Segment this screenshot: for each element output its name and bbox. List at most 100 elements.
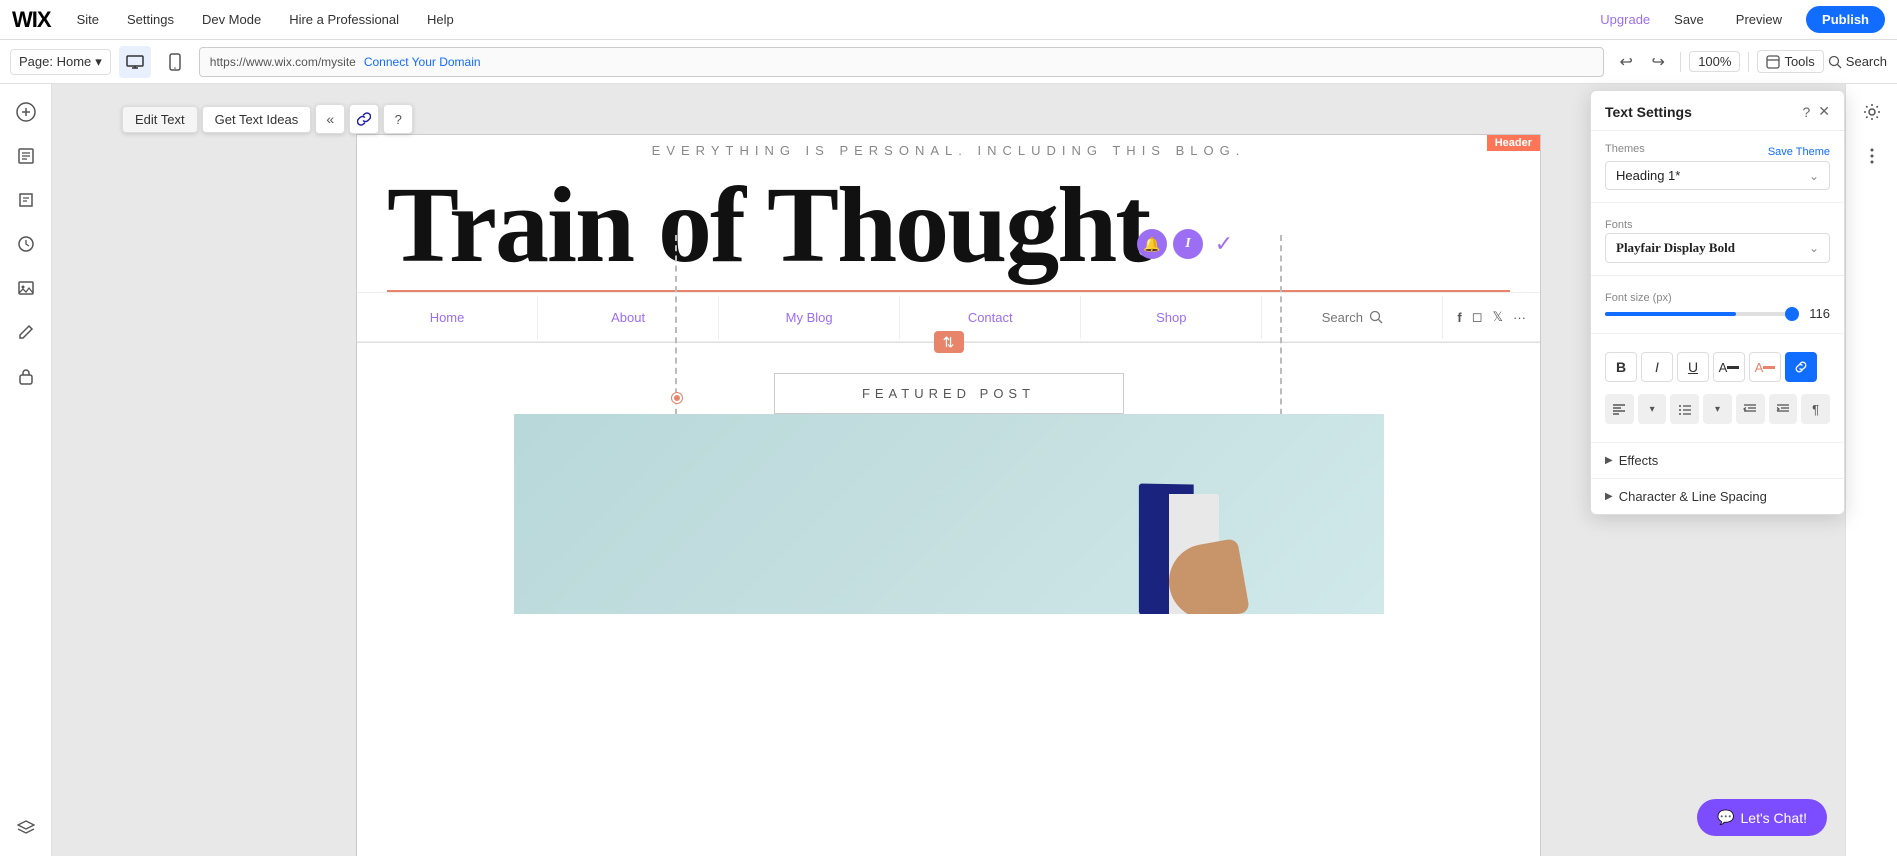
back-icon-button[interactable]: « [315,104,345,134]
font-dropdown[interactable]: Playfair Display Bold ⌄ [1605,233,1830,263]
settings-menu[interactable]: Settings [121,8,180,31]
fonts-label: Fonts [1605,219,1633,231]
font-size-section: Font size (px) 116 [1591,276,1844,334]
themes-row: Themes Save Theme [1605,143,1830,161]
panel-title: Text Settings [1605,104,1692,120]
font-size-slider-thumb[interactable] [1785,307,1799,321]
publish-button[interactable]: Publish [1806,6,1885,33]
mobile-view-button[interactable] [159,46,191,78]
list-dropdown-button[interactable]: ▾ [1703,394,1732,424]
themes-label: Themes [1605,143,1645,155]
indent-increase-button[interactable] [1769,394,1798,424]
pages-icon[interactable] [6,136,46,176]
bold-button[interactable]: B [1605,352,1637,382]
align-left-button[interactable] [1605,394,1634,424]
design-icon[interactable] [6,224,46,264]
redo-button[interactable]: ↪ [1644,48,1672,76]
text-settings-panel: Text Settings ? ✕ Themes Save Theme Head… [1590,90,1845,515]
dev-mode-menu[interactable]: Dev Mode [196,8,267,31]
panel-header-icons: ? ✕ [1802,103,1830,120]
preview-button[interactable]: Preview [1728,12,1790,27]
notifications-bell[interactable]: 🔔 [1137,229,1167,259]
font-chevron-icon: ⌄ [1809,241,1819,255]
themes-section: Themes Save Theme Heading 1* ⌄ [1591,131,1844,203]
save-theme-link[interactable]: Save Theme [1768,146,1830,158]
add-elements-icon[interactable] [6,92,46,132]
blog-icon[interactable] [6,180,46,220]
link-icon-button[interactable] [349,104,379,134]
indent-decrease-button[interactable] [1736,394,1765,424]
underline-button[interactable]: U [1677,352,1709,382]
nav-about[interactable]: About [538,296,719,339]
pen-icon[interactable] [6,312,46,352]
link-text-button[interactable] [1785,352,1817,382]
zoom-level[interactable]: 100% [1689,51,1740,72]
more-options-icon[interactable] [1852,136,1892,176]
instagram-icon[interactable]: ◻ [1472,309,1483,325]
connect-domain-link[interactable]: Connect Your Domain [364,55,481,69]
format-row: B I U A A [1605,346,1830,388]
font-size-slider-track[interactable] [1605,312,1792,316]
page-chevron-icon: ▾ [95,54,102,70]
hire-menu[interactable]: Hire a Professional [283,8,405,31]
text-color-button[interactable]: A [1713,352,1745,382]
notifications-check[interactable]: ✓ [1209,229,1239,259]
rtl-button[interactable]: ¶ [1801,394,1830,424]
help-menu[interactable]: Help [421,8,460,31]
canvas-area: Edit Text Get Text Ideas « ? Header EVER… [52,84,1845,856]
panel-close-button[interactable]: ✕ [1818,103,1830,120]
lock-icon[interactable] [6,356,46,396]
heading-dropdown[interactable]: Heading 1* ⌄ [1605,161,1830,190]
selection-handle-left[interactable] [672,393,682,403]
font-value: Playfair Display Bold [1616,240,1735,256]
blog-title[interactable]: Train of Thought [357,162,1540,290]
edit-text-button[interactable]: Edit Text [122,106,198,133]
font-size-label: Font size (px) [1605,292,1672,304]
header-label: Header [1487,135,1540,151]
nav-contact[interactable]: Contact [900,296,1081,339]
desktop-view-button[interactable] [119,46,151,78]
page-selector[interactable]: Page: Home ▾ [10,49,111,75]
social-icons-area: f ◻ 𝕏 ··· [1443,309,1540,325]
facebook-icon[interactable]: f [1457,310,1461,325]
twitter-icon[interactable]: 𝕏 [1493,309,1503,325]
tools-button[interactable]: Tools [1757,50,1823,73]
char-line-spacing-row[interactable]: ▶ Character & Line Spacing [1591,479,1844,514]
layers-icon[interactable] [6,808,46,848]
gear-icon[interactable] [1852,92,1892,132]
site-menu[interactable]: Site [71,8,105,31]
nav-shop[interactable]: Shop [1081,296,1262,339]
effects-row[interactable]: ▶ Effects [1591,443,1844,479]
help-icon-button[interactable]: ? [383,104,413,134]
highlight-color-button[interactable]: A [1749,352,1781,382]
get-text-ideas-button[interactable]: Get Text Ideas [202,106,312,133]
font-size-row: 116 [1605,306,1830,321]
undo-button[interactable]: ↩ [1612,48,1640,76]
search-placeholder: Search [1322,310,1363,325]
canvas-scroll[interactable]: Edit Text Get Text Ideas « ? Header EVER… [52,84,1845,856]
resize-handle[interactable]: ⇅ [934,331,964,353]
lets-chat-button[interactable]: 💬 Let's Chat! [1697,799,1827,836]
page-canvas: Header EVERYTHING IS PERSONAL. INCLUDING… [356,134,1541,856]
notifications-info[interactable]: I [1173,229,1203,259]
save-button[interactable]: Save [1666,12,1712,27]
featured-post-image[interactable] [514,414,1384,614]
nav-search[interactable]: Search [1262,296,1443,339]
format-section: B I U A A ▾ ▾ ¶ [1591,334,1844,443]
upgrade-button[interactable]: Upgrade [1600,12,1650,27]
search-button[interactable]: Search [1828,54,1887,69]
url-text: https://www.wix.com/mysite [210,55,356,69]
marquee-text: EVERYTHING IS PERSONAL. INCLUDING THIS B… [357,135,1540,162]
nav-my-blog[interactable]: My Blog [719,296,900,339]
more-social-icon[interactable]: ··· [1513,310,1526,325]
align-dropdown-button[interactable]: ▾ [1638,394,1667,424]
list-button[interactable] [1670,394,1699,424]
panel-help-button[interactable]: ? [1802,104,1810,120]
italic-button[interactable]: I [1641,352,1673,382]
media-icon[interactable] [6,268,46,308]
url-bar[interactable]: https://www.wix.com/mysite Connect Your … [199,47,1604,77]
font-size-slider-fill [1605,312,1736,316]
effects-expand-icon: ▶ [1605,455,1613,466]
nav-home[interactable]: Home [357,296,538,339]
featured-post-section: FEATURED POST [417,373,1480,614]
